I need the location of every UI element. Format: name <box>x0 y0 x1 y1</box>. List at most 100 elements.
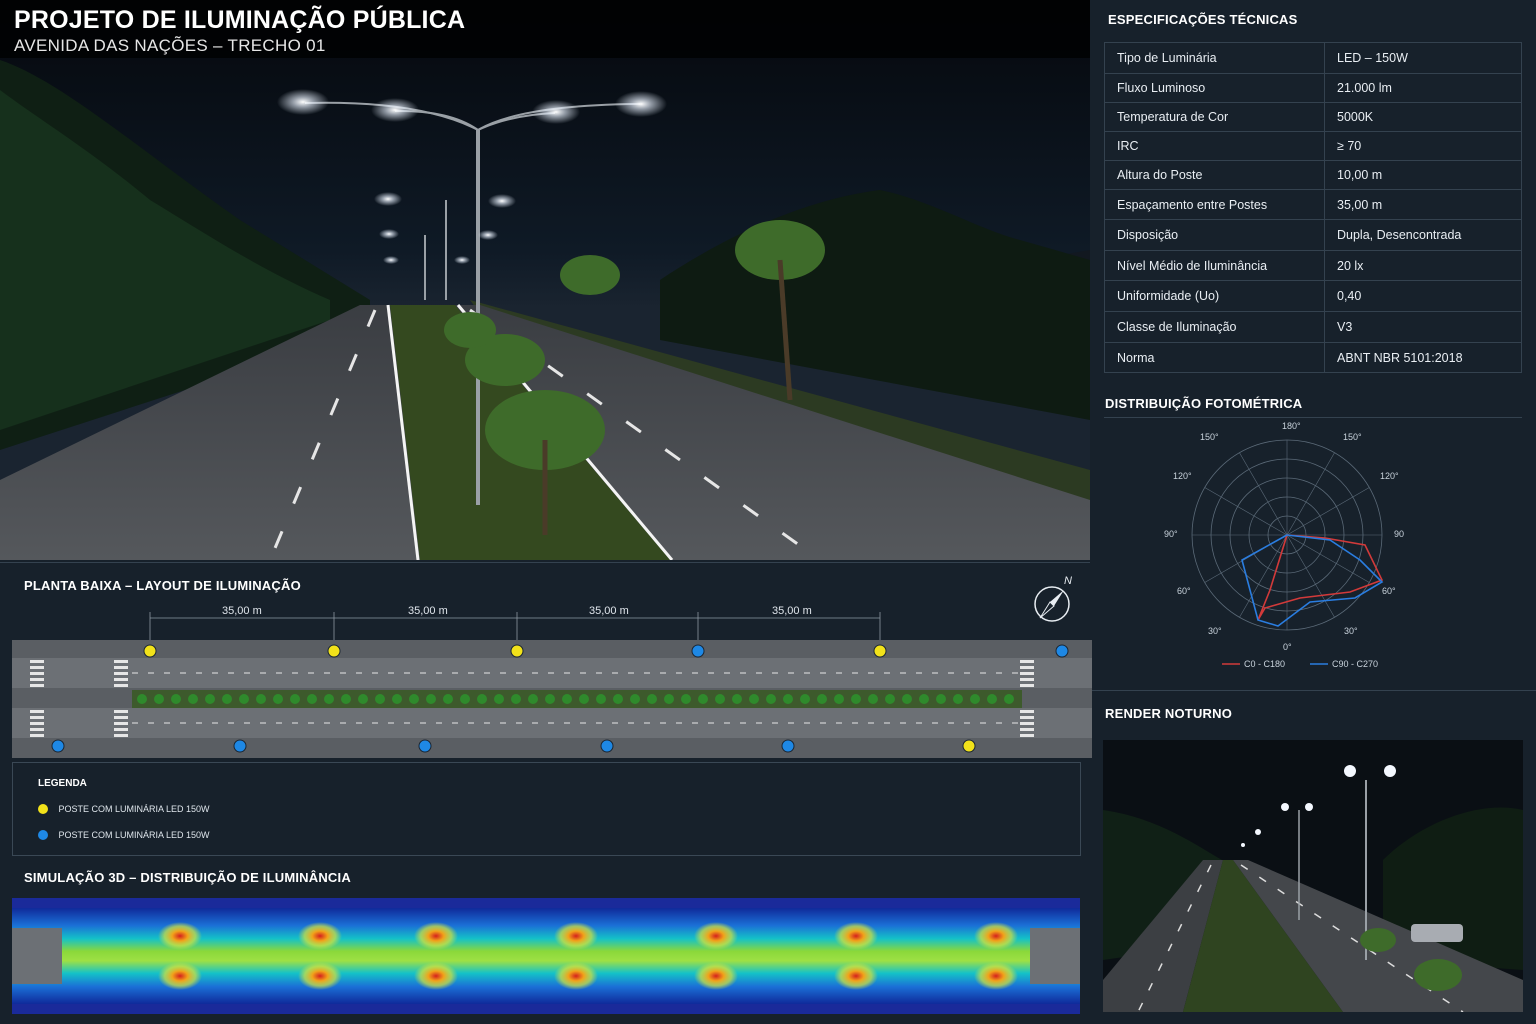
heat-hotspot <box>298 922 342 950</box>
palm-tree-icon <box>392 694 402 704</box>
polar-spoke <box>1204 487 1288 536</box>
legend-item-blue: POSTE COM LUMINÁRIA LED 150W <box>38 829 210 840</box>
polar-spoke <box>1286 487 1370 536</box>
crosswalk-stripe <box>30 660 44 663</box>
render-title: RENDER NOTURNO <box>1105 706 1233 721</box>
polar-spoke <box>1286 452 1335 536</box>
angle-label: 120° <box>1173 471 1192 481</box>
spec-row: Espaçamento entre Postes 35,00 m <box>1104 189 1522 220</box>
spec-value: 0,40 <box>1324 280 1522 312</box>
angle-label: 60° <box>1177 586 1191 596</box>
palm-tree-icon <box>341 694 351 704</box>
angle-label: 90 <box>1394 529 1404 539</box>
heat-hotspot <box>554 922 598 950</box>
blue-pole-icon <box>418 739 432 753</box>
spec-label: Disposição <box>1104 219 1325 251</box>
palm-tree-icon <box>460 694 470 704</box>
page-title: PROJETO DE ILUMINAÇÃO PÚBLICA <box>14 6 466 34</box>
hero-illustration <box>0 0 1090 560</box>
palm-tree-icon <box>970 694 980 704</box>
heat-hotspot <box>414 922 458 950</box>
spacing-label: 35,00 m <box>408 605 448 617</box>
spec-value: 21.000 lm <box>1324 73 1522 103</box>
angle-label: 120° <box>1380 471 1399 481</box>
compass-label: N <box>1064 576 1072 587</box>
palm-tree-icon <box>426 694 436 704</box>
crosswalk-stripe <box>114 666 128 669</box>
spec-label: Altura do Poste <box>1104 160 1325 190</box>
legend-title: LEGENDA <box>38 778 87 789</box>
blue-pole-icon <box>233 739 247 753</box>
hero-night-photo <box>0 0 1090 560</box>
spec-value: LED – 150W <box>1324 42 1522 74</box>
angle-label: 150° <box>1343 432 1362 442</box>
palm-tree-icon <box>494 694 504 704</box>
crosswalk-stripe <box>30 734 44 737</box>
crosswalk-stripe <box>30 716 44 719</box>
yellow-pole-icon <box>143 644 157 658</box>
spec-label: Classe de Iluminação <box>1104 311 1325 343</box>
palm-tree-icon <box>222 694 232 704</box>
curve-c0-c180 <box>1257 534 1384 621</box>
palm-tree-icon <box>409 694 419 704</box>
spec-row: Temperatura de Cor 5000K <box>1104 102 1522 132</box>
yellow-pole-icon <box>873 644 887 658</box>
palm-tree-icon <box>664 694 674 704</box>
crosswalk-stripe <box>30 684 44 687</box>
crosswalk-stripe <box>1020 734 1034 737</box>
spec-label: Norma <box>1104 342 1325 373</box>
spec-label: Espaçamento entre Postes <box>1104 189 1325 220</box>
crosswalk-stripe <box>1020 666 1034 669</box>
heat-hotspot <box>158 922 202 950</box>
legend-label: C90 - C270 <box>1332 659 1378 669</box>
crosswalk-stripe <box>30 666 44 669</box>
spec-label: Nível Médio de Iluminância <box>1104 250 1325 281</box>
crosswalk-stripe <box>1020 660 1034 663</box>
palm-tree-icon <box>154 694 164 704</box>
page-subtitle: AVENIDA DAS NAÇÕES – TRECHO 01 <box>14 36 326 55</box>
blue-pole-icon <box>691 644 705 658</box>
spacing-label: 35,00 m <box>772 605 812 617</box>
blue-pole-icon <box>38 829 48 840</box>
crosswalk-stripe <box>1020 716 1034 719</box>
crosswalk-stripe <box>114 728 128 731</box>
palm-tree-icon <box>749 694 759 704</box>
palm-tree-icon <box>307 694 317 704</box>
angle-label: 90° <box>1164 529 1178 539</box>
heat-hotspot <box>834 962 878 990</box>
spec-row: Disposição Dupla, Desencontrada <box>1104 219 1522 251</box>
yellow-pole-icon <box>510 644 524 658</box>
crosswalk-stripe <box>1020 684 1034 687</box>
palm-tree-icon <box>290 694 300 704</box>
palm-tree-icon <box>800 694 810 704</box>
palm-tree-icon <box>137 694 147 704</box>
spec-row: IRC ≥ 70 <box>1104 131 1522 161</box>
palm-tree-icon <box>562 694 572 704</box>
heat-hotspot <box>298 962 342 990</box>
polar-spoke <box>1239 452 1288 536</box>
palm-tree-icon <box>885 694 895 704</box>
specs-title: ESPECIFICAÇÕES TÉCNICAS <box>1108 12 1298 27</box>
spec-value: Dupla, Desencontrada <box>1324 219 1522 251</box>
palm-tree-icon <box>902 694 912 704</box>
spec-row: Altura do Poste 10,00 m <box>1104 160 1522 190</box>
angle-label: 30° <box>1208 626 1222 636</box>
palm-tree-icon <box>188 694 198 704</box>
palm-tree-icon <box>511 694 521 704</box>
legend-label: POSTE COM LUMINÁRIA LED 150W <box>58 829 210 840</box>
spec-row: Nível Médio de Iluminância 20 lx <box>1104 250 1522 281</box>
palm-tree-icon <box>545 694 555 704</box>
palm-tree-icon <box>732 694 742 704</box>
angle-label: 0° <box>1283 642 1292 652</box>
heatmap-illustration <box>12 898 1080 1014</box>
palm-tree-icon <box>715 694 725 704</box>
palm-tree-icon <box>919 694 929 704</box>
legend-label: POSTE COM LUMINÁRIA LED 150W <box>58 803 210 814</box>
palm-tree-icon <box>205 694 215 704</box>
crosswalk-stripe <box>1020 678 1034 681</box>
blue-pole-icon <box>600 739 614 753</box>
spec-value: V3 <box>1324 311 1522 343</box>
spacing-label: 35,00 m <box>589 605 629 617</box>
palm-tree-icon <box>698 694 708 704</box>
palm-tree-icon <box>596 694 606 704</box>
